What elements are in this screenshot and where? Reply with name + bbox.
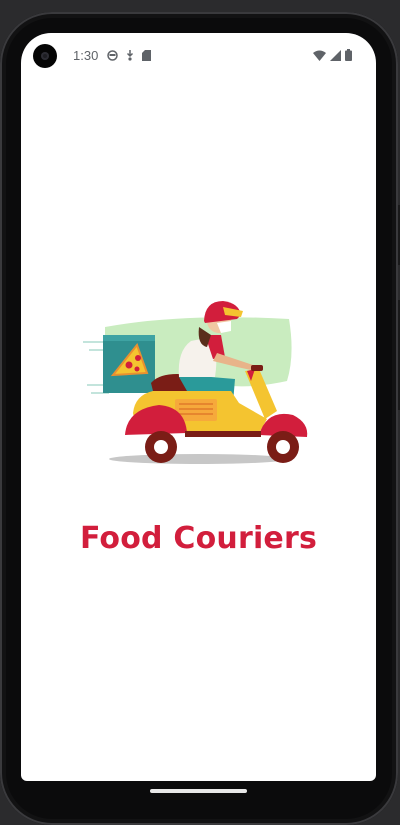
battery-icon xyxy=(345,49,352,61)
signal-icon xyxy=(330,49,341,61)
download-icon xyxy=(126,50,134,61)
sd-card-icon xyxy=(142,49,151,61)
delivery-scooter-illustration xyxy=(83,301,308,464)
face-icon xyxy=(107,49,118,61)
app-title: Food Couriers xyxy=(79,521,318,556)
navigation-bar xyxy=(21,781,376,811)
app-screen: 1:30 Food Couriers xyxy=(21,33,376,781)
status-bar: 1:30 xyxy=(21,33,376,79)
wifi-icon xyxy=(313,50,326,61)
front-camera xyxy=(33,44,57,68)
home-indicator[interactable] xyxy=(150,789,247,793)
notification-icons xyxy=(107,49,151,61)
system-icons xyxy=(313,49,352,61)
status-time: 1:30 xyxy=(73,48,99,63)
emulator-background: 1:30 Food Couriers xyxy=(0,0,400,825)
